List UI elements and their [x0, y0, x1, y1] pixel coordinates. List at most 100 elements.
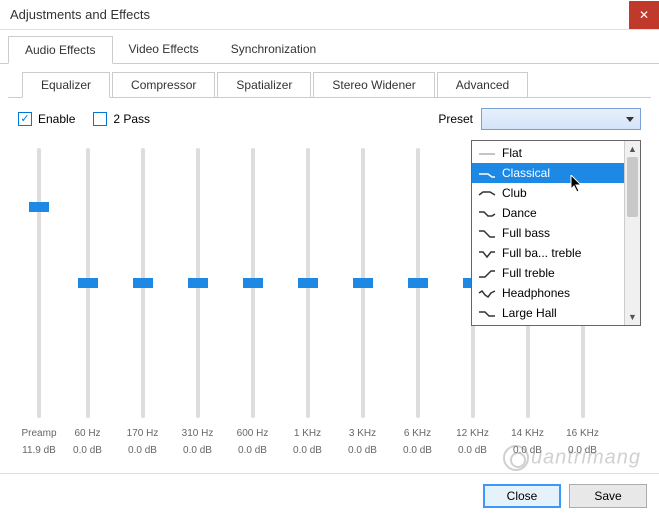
preset-option-full-bass-treble[interactable]: Full ba... treble — [472, 243, 624, 263]
band-value: 0.0 dB — [555, 445, 610, 456]
preamp-label: Preamp — [18, 428, 60, 439]
band-value: 0.0 dB — [115, 445, 170, 456]
band-slider-170hz[interactable] — [141, 148, 145, 418]
scroll-down-icon[interactable]: ▼ — [625, 309, 640, 325]
tab-advanced[interactable]: Advanced — [437, 72, 528, 97]
eq-curve-icon — [478, 188, 496, 198]
band-1khz: 1 KHz 0.0 dB — [280, 148, 335, 456]
band-label: 1 KHz — [280, 428, 335, 439]
preamp-value: 11.9 dB — [18, 445, 60, 456]
eq-curve-icon — [478, 168, 496, 178]
band-60hz: 60 Hz 0.0 dB — [60, 148, 115, 456]
band-slider-600hz[interactable] — [251, 148, 255, 418]
main-tab-bar: Audio Effects Video Effects Synchronizat… — [0, 30, 659, 64]
band-label: 12 KHz — [445, 428, 500, 439]
band-value: 0.0 dB — [225, 445, 280, 456]
band-thumb[interactable] — [188, 278, 208, 288]
controls-row: Enable 2 Pass Preset — [0, 98, 659, 140]
preset-option-dance[interactable]: Dance — [472, 203, 624, 223]
band-label: 60 Hz — [60, 428, 115, 439]
band-3khz: 3 KHz 0.0 dB — [335, 148, 390, 456]
band-value: 0.0 dB — [335, 445, 390, 456]
tab-audio-effects[interactable]: Audio Effects — [8, 36, 113, 64]
preset-option-full-bass[interactable]: Full bass — [472, 223, 624, 243]
band-value: 0.0 dB — [280, 445, 335, 456]
eq-curve-icon — [478, 208, 496, 218]
band-thumb[interactable] — [133, 278, 153, 288]
eq-curve-icon — [478, 308, 496, 318]
preset-option-label: Large Hall — [502, 306, 557, 320]
preset-option-large-hall[interactable]: Large Hall — [472, 303, 624, 323]
enable-label: Enable — [38, 112, 75, 126]
scroll-track[interactable] — [625, 217, 640, 309]
close-icon: ✕ — [639, 8, 649, 22]
band-label: 310 Hz — [170, 428, 225, 439]
two-pass-checkbox[interactable] — [93, 112, 107, 126]
tab-equalizer[interactable]: Equalizer — [22, 72, 110, 98]
preset-dropdown-list[interactable]: Flat Classical Club Dance Full bass Full… — [471, 140, 641, 326]
eq-curve-icon — [478, 288, 496, 298]
two-pass-label: 2 Pass — [113, 112, 150, 126]
band-value: 0.0 dB — [500, 445, 555, 456]
band-value: 0.0 dB — [390, 445, 445, 456]
preset-option-label: Full bass — [502, 226, 550, 240]
band-thumb[interactable] — [408, 278, 428, 288]
preset-option-label: Headphones — [502, 286, 570, 300]
band-thumb[interactable] — [78, 278, 98, 288]
tab-stereo-widener[interactable]: Stereo Widener — [313, 72, 434, 97]
preset-dropdown[interactable] — [481, 108, 641, 130]
band-600hz: 600 Hz 0.0 dB — [225, 148, 280, 456]
sub-tab-bar: Equalizer Compressor Spatializer Stereo … — [8, 64, 651, 98]
equalizer-area: Preamp 11.9 dB 60 Hz 0.0 dB 170 Hz 0.0 d… — [0, 140, 659, 456]
preset-option-label: Full treble — [502, 266, 555, 280]
band-slider-1khz[interactable] — [306, 148, 310, 418]
band-label: 600 Hz — [225, 428, 280, 439]
preset-label: Preset — [438, 112, 473, 126]
tab-synchronization[interactable]: Synchronization — [215, 36, 332, 63]
preamp-column: Preamp 11.9 dB — [18, 148, 60, 456]
band-label: 6 KHz — [390, 428, 445, 439]
band-label: 14 KHz — [500, 428, 555, 439]
preset-option-label: Full ba... treble — [502, 246, 581, 260]
band-thumb[interactable] — [353, 278, 373, 288]
band-thumb[interactable] — [243, 278, 263, 288]
tab-video-effects[interactable]: Video Effects — [113, 36, 215, 63]
band-6khz: 6 KHz 0.0 dB — [390, 148, 445, 456]
bottom-bar: Close Save — [0, 473, 659, 517]
save-button[interactable]: Save — [569, 484, 647, 508]
titlebar: Adjustments and Effects ✕ — [0, 0, 659, 30]
band-label: 16 KHz — [555, 428, 610, 439]
dropdown-scrollbar[interactable]: ▲ ▼ — [624, 141, 640, 325]
band-slider-60hz[interactable] — [86, 148, 90, 418]
tab-compressor[interactable]: Compressor — [112, 72, 215, 97]
enable-checkbox[interactable] — [18, 112, 32, 126]
band-value: 0.0 dB — [170, 445, 225, 456]
band-thumb[interactable] — [298, 278, 318, 288]
preset-option-club[interactable]: Club — [472, 183, 624, 203]
close-window-button[interactable]: ✕ — [629, 1, 659, 29]
preamp-slider[interactable] — [37, 148, 41, 418]
band-label: 170 Hz — [115, 428, 170, 439]
tab-spatializer[interactable]: Spatializer — [217, 72, 311, 97]
preset-option-label: Flat — [502, 146, 522, 160]
scroll-thumb[interactable] — [627, 157, 638, 217]
preset-option-full-treble[interactable]: Full treble — [472, 263, 624, 283]
window-title: Adjustments and Effects — [10, 7, 150, 22]
preset-option-label: Dance — [502, 206, 537, 220]
eq-curve-icon — [478, 228, 496, 238]
close-button[interactable]: Close — [483, 484, 561, 508]
band-310hz: 310 Hz 0.0 dB — [170, 148, 225, 456]
band-slider-6khz[interactable] — [416, 148, 420, 418]
preamp-thumb[interactable] — [29, 202, 49, 212]
eq-curve-icon — [478, 268, 496, 278]
preset-option-label: Classical — [502, 166, 550, 180]
band-value: 0.0 dB — [445, 445, 500, 456]
band-slider-310hz[interactable] — [196, 148, 200, 418]
scroll-up-icon[interactable]: ▲ — [625, 141, 640, 157]
band-slider-3khz[interactable] — [361, 148, 365, 418]
preset-option-headphones[interactable]: Headphones — [472, 283, 624, 303]
eq-curve-icon — [478, 248, 496, 258]
preset-option-label: Club — [502, 186, 527, 200]
preset-option-flat[interactable]: Flat — [472, 143, 624, 163]
preset-option-classical[interactable]: Classical — [472, 163, 624, 183]
